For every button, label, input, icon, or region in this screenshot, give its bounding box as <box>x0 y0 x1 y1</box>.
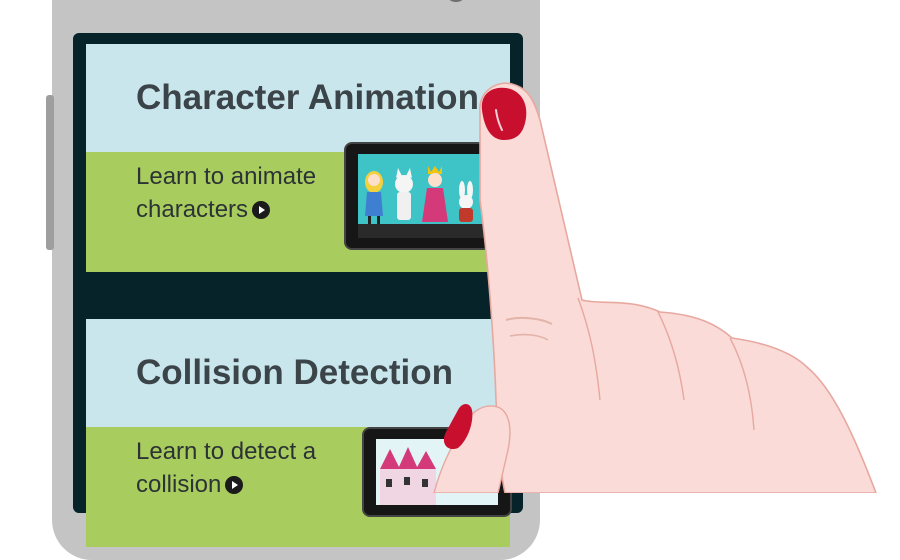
hand-shape <box>479 82 877 493</box>
pointing-hand-illustration <box>433 82 877 493</box>
